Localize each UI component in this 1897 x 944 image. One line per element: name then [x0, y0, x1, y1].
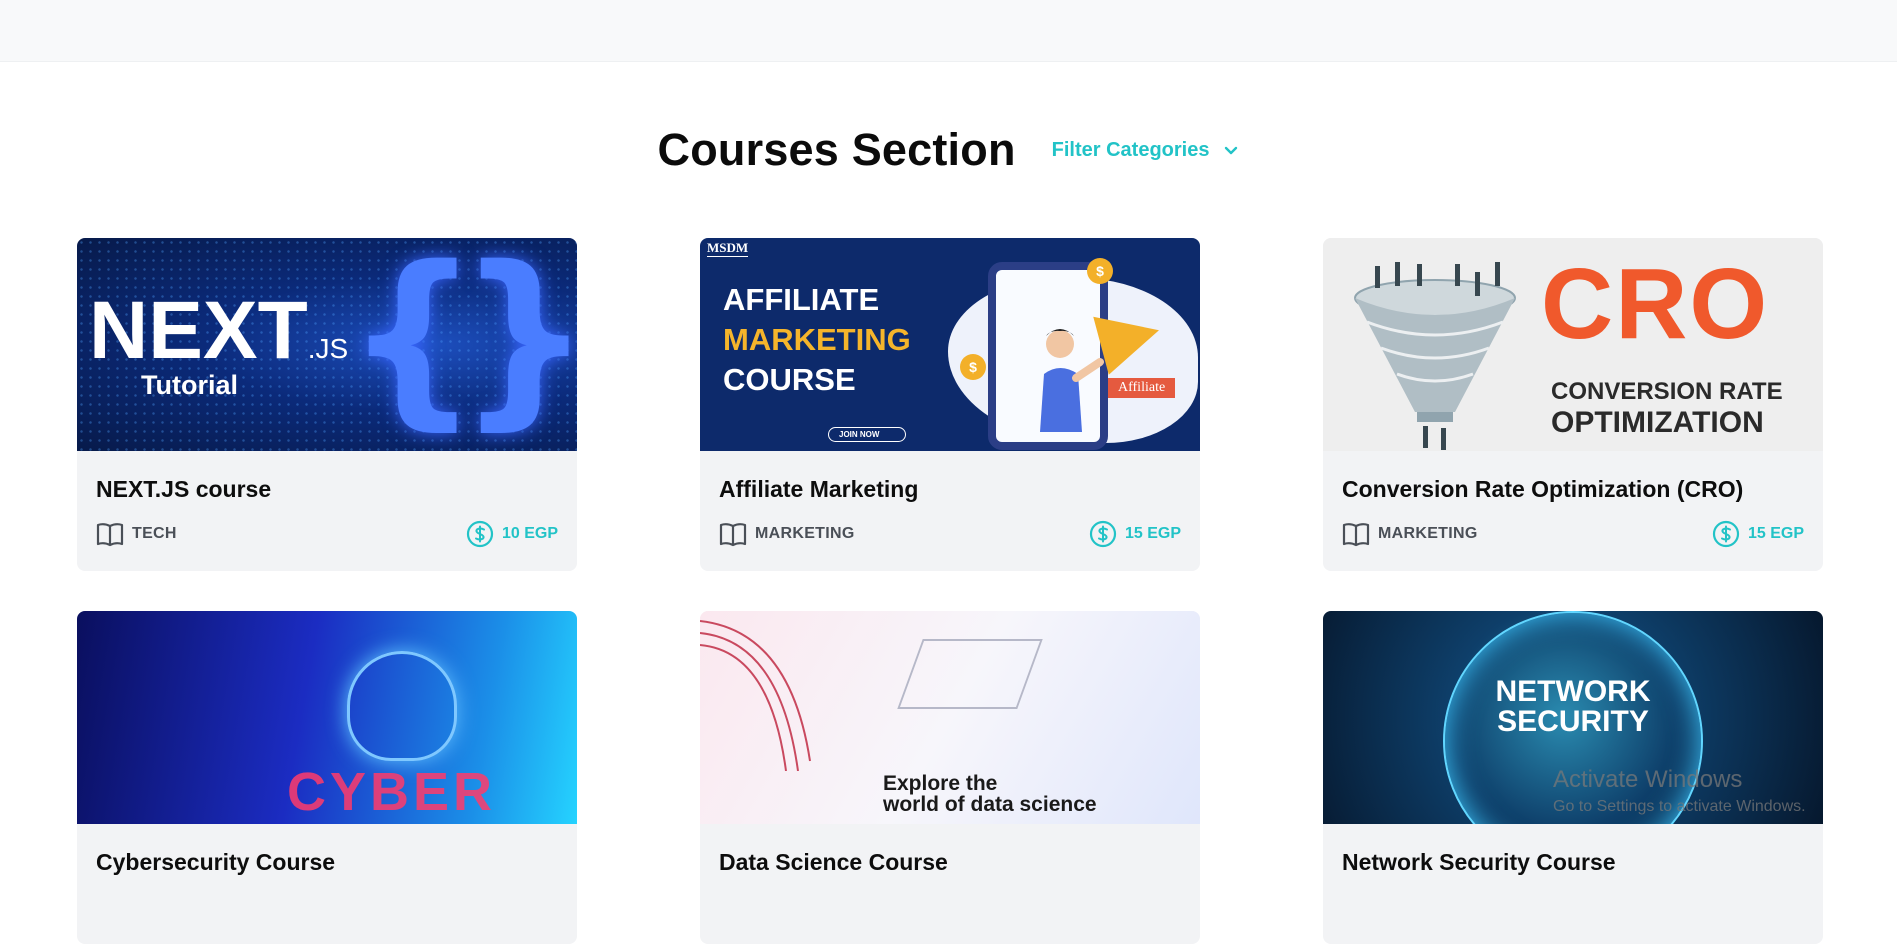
- thumbnail-subtitle: CONVERSION RATE: [1551, 378, 1783, 405]
- thumbnail-logo: NEXT.JS: [89, 285, 349, 376]
- course-title[interactable]: NEXT.JS course: [96, 476, 271, 503]
- person-illustration: [1040, 329, 1104, 432]
- join-now-badge: JOIN NOW: [828, 427, 907, 442]
- dollar-circle-icon: [1712, 520, 1740, 548]
- course-card-network-security[interactable]: NETWORK SECURITY Network Security Course: [1323, 611, 1823, 944]
- course-meta: TECH 10 EGP: [96, 520, 558, 548]
- section-title: Courses Section: [657, 124, 1016, 175]
- course-price: 15 EGP: [1712, 520, 1804, 548]
- course-card-data-science[interactable]: Explore the world of data science Data S…: [700, 611, 1200, 944]
- course-thumbnail: Explore the world of data science: [700, 611, 1200, 824]
- thumbnail-headline: CRO: [1541, 248, 1770, 360]
- course-meta: MARKETING 15 EGP: [719, 520, 1181, 548]
- funnel-illustration: [1354, 262, 1516, 450]
- dollar-circle-icon: [466, 520, 494, 548]
- course-thumbnail: MSDM AFFILIATE MARKETING COURSE Affiliat…: [700, 238, 1200, 451]
- course-category: MARKETING: [719, 521, 855, 547]
- course-card-cybersecurity[interactable]: CYBER Cybersecurity Course: [77, 611, 577, 944]
- course-title[interactable]: Affiliate Marketing: [719, 476, 918, 503]
- thumbnail-headline: Explore the world of data science: [883, 772, 1097, 816]
- course-category: MARKETING: [1342, 521, 1478, 547]
- thumbnail-brand: MSDM: [707, 240, 749, 257]
- course-title[interactable]: Conversion Rate Optimization (CRO): [1342, 476, 1743, 503]
- affiliate-tag: Affiliate: [1108, 378, 1176, 398]
- chevron-down-icon: [1225, 146, 1238, 155]
- course-thumbnail: { } NEXT.JS Tutorial: [77, 238, 577, 451]
- brain-illustration: [347, 651, 457, 761]
- filter-categories-dropdown[interactable]: Filter Categories: [1052, 139, 1240, 162]
- course-title[interactable]: Cybersecurity Course: [96, 849, 335, 876]
- laptop-illustration: [897, 639, 1043, 709]
- top-navbar: [0, 0, 1897, 62]
- course-meta: MARKETING 15 EGP: [1342, 520, 1804, 548]
- thumbnail-headline: AFFILIATE MARKETING COURSE: [723, 282, 911, 397]
- book-icon: [719, 523, 747, 547]
- course-category: TECH: [96, 521, 177, 547]
- course-card-affiliate-marketing[interactable]: MSDM AFFILIATE MARKETING COURSE Affiliat…: [700, 238, 1200, 571]
- book-icon: [96, 523, 124, 547]
- section-header: Courses Section Filter Categories: [0, 120, 1897, 180]
- thumbnail-subtitle: OPTIMIZATION: [1551, 406, 1764, 439]
- course-price: 10 EGP: [466, 520, 558, 548]
- course-thumbnail: CYBER: [77, 611, 577, 824]
- coin-icon: $: [1087, 258, 1113, 284]
- brace-graphic: }: [457, 242, 577, 432]
- course-price: 15 EGP: [1089, 520, 1181, 548]
- courses-grid: { } NEXT.JS Tutorial NEXT.JS course TECH…: [77, 238, 1823, 944]
- course-title[interactable]: Data Science Course: [719, 849, 948, 876]
- course-card-nextjs[interactable]: { } NEXT.JS Tutorial NEXT.JS course TECH…: [77, 238, 577, 571]
- course-title[interactable]: Network Security Course: [1342, 849, 1616, 876]
- dollar-circle-icon: [1089, 520, 1117, 548]
- coin-icon: $: [960, 354, 986, 380]
- swoosh-decoration: [700, 620, 811, 771]
- course-thumbnail: CRO CONVERSION RATE OPTIMIZATION: [1323, 238, 1823, 451]
- thumbnail-subtitle: Tutorial: [141, 370, 238, 400]
- thumbnail-headline: CYBER: [287, 762, 497, 822]
- book-icon: [1342, 523, 1370, 547]
- course-card-cro[interactable]: CRO CONVERSION RATE OPTIMIZATION Convers…: [1323, 238, 1823, 571]
- course-thumbnail: NETWORK SECURITY: [1323, 611, 1823, 824]
- thumbnail-headline: NETWORK SECURITY: [1495, 675, 1651, 738]
- filter-categories-label: Filter Categories: [1051, 138, 1210, 161]
